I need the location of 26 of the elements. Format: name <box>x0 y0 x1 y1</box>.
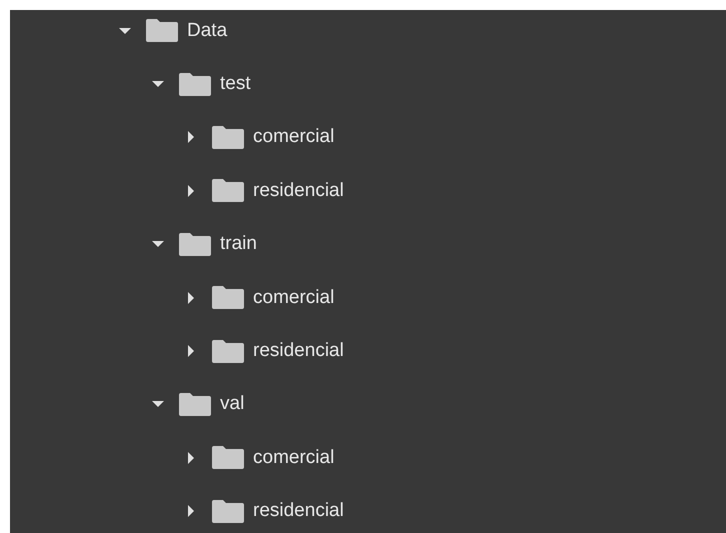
caret-icon[interactable] <box>185 345 197 358</box>
folder-icon <box>212 340 244 363</box>
caret-icon[interactable] <box>185 452 197 464</box>
folder-name[interactable]: residencial <box>253 500 344 522</box>
folder-icon <box>179 232 211 256</box>
folder-icon <box>212 286 244 310</box>
caret-icon[interactable] <box>185 184 197 197</box>
folder-name[interactable]: Data <box>187 20 228 42</box>
folder-icon <box>146 19 178 42</box>
folder-icon <box>179 392 211 416</box>
folder-icon <box>212 446 244 470</box>
folder-icon <box>212 500 244 523</box>
folder-name[interactable]: residencial <box>253 180 344 202</box>
caret-icon[interactable] <box>185 505 197 518</box>
folder-name[interactable]: test <box>220 73 251 96</box>
folder-name[interactable]: comercial <box>253 446 334 469</box>
folder-icon <box>212 126 244 149</box>
folder-name[interactable]: comercial <box>253 126 334 148</box>
folder-name[interactable]: residencial <box>253 340 344 362</box>
caret-icon[interactable] <box>185 131 197 144</box>
folder-icon <box>212 179 244 202</box>
folder-name[interactable]: train <box>220 233 257 256</box>
caret-icon[interactable] <box>185 292 197 304</box>
folder-name[interactable]: comercial <box>253 286 334 309</box>
folder-name[interactable]: val <box>220 393 244 416</box>
folder-icon <box>179 72 211 96</box>
